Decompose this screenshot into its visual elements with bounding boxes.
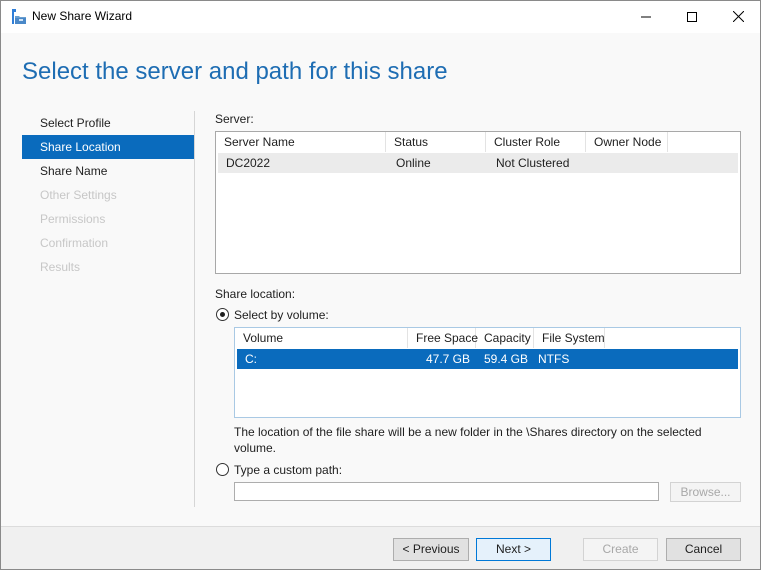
volume-list-header: Volume Free Space Capacity File System [235,328,605,348]
nav-item-results: Results [40,260,81,274]
volume-list[interactable]: Volume Free Space Capacity File System C… [234,327,741,418]
cell-free-space: 47.7 GB [425,352,470,366]
minimize-icon [641,16,651,17]
col-cluster-role[interactable]: Cluster Role [486,132,586,152]
table-row[interactable]: C: 47.7 GB 59.4 GB NTFS [237,349,738,369]
share-location-label: Share location: [215,287,296,301]
volume-info-text: The location of the file share will be a… [234,425,702,455]
nav-item-confirmation: Confirmation [40,236,109,250]
col-capacity[interactable]: Capacity [476,328,534,348]
col-owner-node[interactable]: Owner Node [586,132,668,152]
previous-button[interactable]: < Previous [393,538,469,561]
close-button[interactable] [715,1,761,32]
custom-path-radio[interactable] [216,463,229,476]
col-file-system[interactable]: File System [534,328,605,348]
new-share-wizard-window: New Share Wizard Select the server and p… [0,0,761,570]
cell-file-system: NTFS [538,352,570,366]
server-list-header: Server Name Status Cluster Role Owner No… [216,132,668,152]
next-button[interactable]: Next > [476,538,551,561]
wizard-header: Select the server and path for this shar… [1,33,760,108]
minimize-button[interactable] [623,1,669,32]
create-button[interactable]: Create [583,538,658,561]
cell-cluster-role: Not Clustered [496,156,570,170]
cell-status: Online [396,156,431,170]
nav-divider [194,111,195,507]
maximize-button[interactable] [669,1,715,32]
nav-item-share-location[interactable]: Share Location [22,135,194,159]
window-title: New Share Wizard [32,9,133,23]
wizard-nav: Select Profile Share Location Share Name… [22,111,194,279]
server-list[interactable]: Server Name Status Cluster Role Owner No… [215,131,741,274]
select-by-volume-radio[interactable] [216,308,229,321]
col-server-name[interactable]: Server Name [216,132,386,152]
server-label: Server: [215,112,254,126]
col-status[interactable]: Status [386,132,486,152]
wizard-footer: < Previous Next > Create Cancel [1,526,760,569]
col-free-space[interactable]: Free Space [408,328,478,348]
share-folder-icon [11,9,27,25]
cell-server-name: DC2022 [226,156,271,170]
nav-item-permissions: Permissions [40,212,106,226]
cell-volume: C: [245,352,257,366]
browse-button[interactable]: Browse... [670,482,741,502]
col-volume[interactable]: Volume [235,328,408,348]
nav-item-select-profile[interactable]: Select Profile [22,111,194,135]
title-bar: New Share Wizard [1,1,760,33]
cancel-button[interactable]: Cancel [666,538,741,561]
select-by-volume-label[interactable]: Select by volume: [234,308,329,322]
close-icon [732,11,744,22]
nav-item-other-settings: Other Settings [40,188,117,202]
radio-selected-dot [220,312,225,317]
custom-path-label[interactable]: Type a custom path: [234,463,342,477]
table-row[interactable]: DC2022 Online Not Clustered [218,153,738,173]
custom-path-input[interactable] [234,482,659,501]
maximize-icon [687,11,697,22]
page-title: Select the server and path for this shar… [22,58,448,85]
cell-capacity: 59.4 GB [483,352,528,366]
nav-item-share-name[interactable]: Share Name [22,159,194,183]
cell-owner-node [588,153,670,173]
